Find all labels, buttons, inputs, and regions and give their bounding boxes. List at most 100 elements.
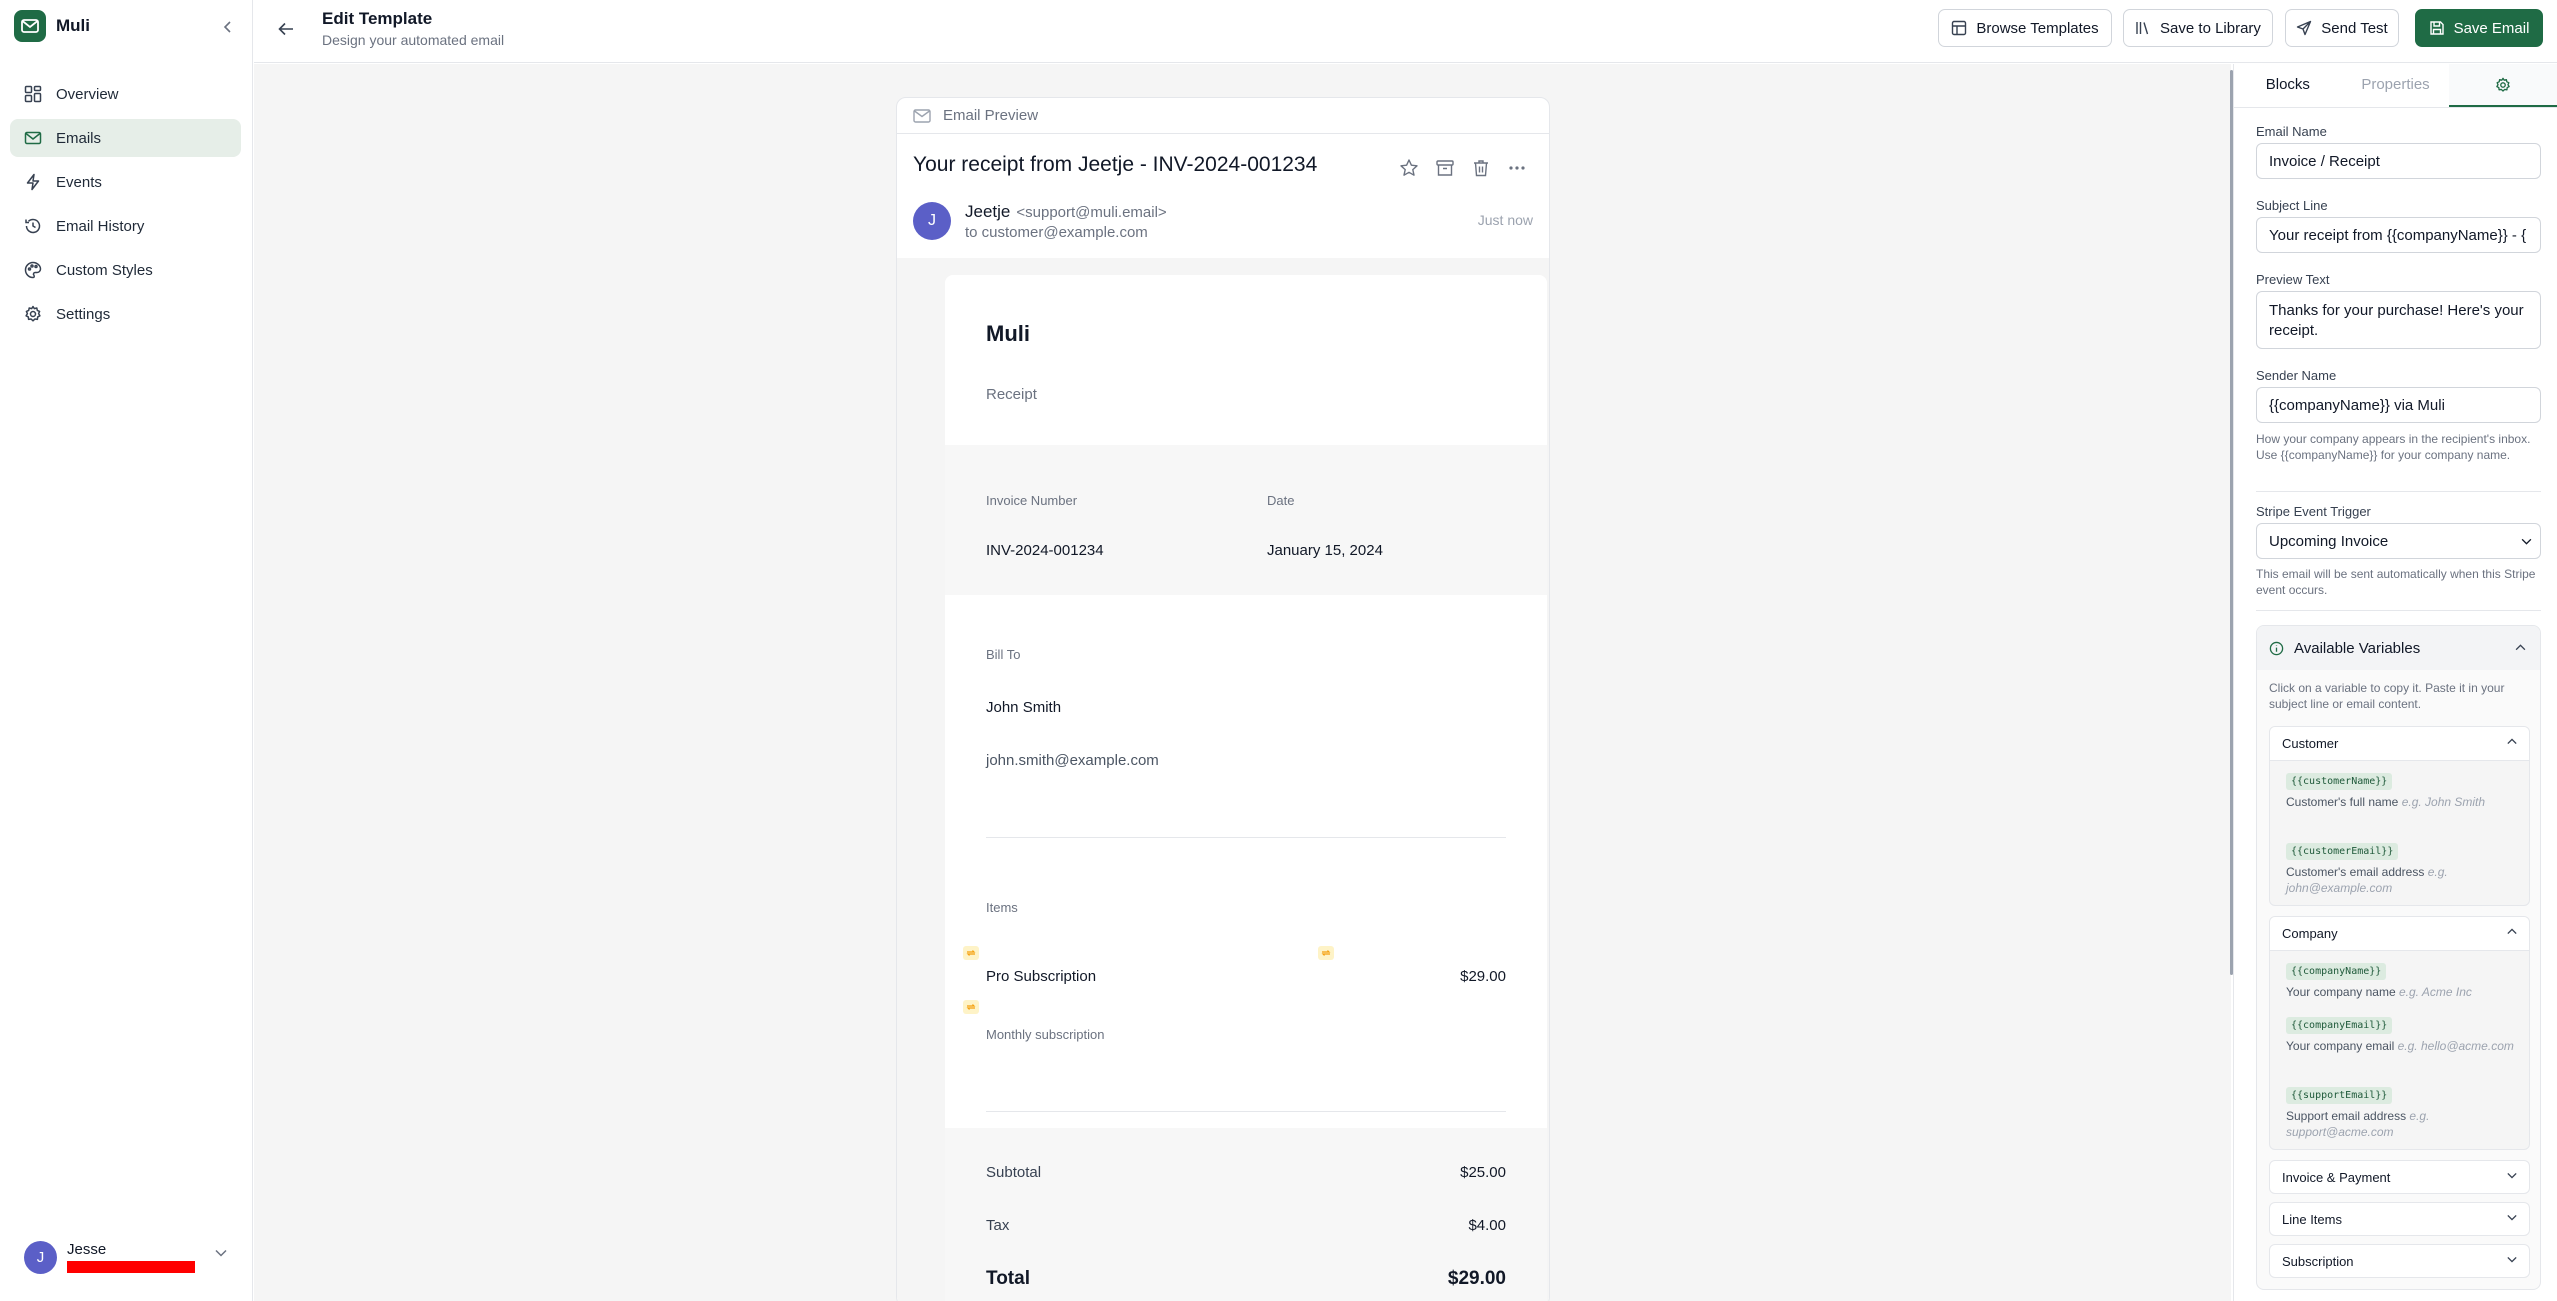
- user-menu[interactable]: J Jesse: [10, 1235, 241, 1279]
- sender-line: Jeetje <support@muli.email>: [965, 202, 1167, 222]
- chevron-up-icon: [2507, 738, 2517, 745]
- variable-group-header[interactable]: Customer: [2270, 727, 2529, 761]
- invoice-number-label: Invoice Number: [986, 493, 1078, 508]
- collapse-sidebar-button[interactable]: [217, 16, 239, 38]
- loop-icon[interactable]: [1318, 946, 1334, 960]
- grid-icon: [24, 85, 42, 103]
- mail-icon: [24, 131, 42, 145]
- trigger-select[interactable]: Upcoming Invoice: [2256, 523, 2541, 559]
- receipt-label[interactable]: Receipt: [986, 386, 1037, 403]
- gear-icon: [25, 305, 41, 322]
- items-label: Items: [986, 900, 1018, 915]
- save-to-library-button[interactable]: Save to Library: [2123, 9, 2273, 47]
- chevron-down-icon: [215, 1249, 227, 1257]
- variable-code[interactable]: {{customerEmail}}: [2286, 843, 2399, 860]
- preview-text-field[interactable]: Thanks for your purchase! Here's your re…: [2256, 291, 2541, 349]
- variable-group-invoice-payment[interactable]: Invoice & Payment: [2269, 1160, 2530, 1194]
- subject-line-field[interactable]: Your receipt from {{companyName}} - {: [2256, 217, 2541, 253]
- invoice-info-block[interactable]: Invoice Number INV-2024-001234 Date Janu…: [945, 445, 1547, 595]
- divider: [2256, 610, 2541, 611]
- chevron-down-icon: [2507, 1256, 2517, 1263]
- sidebar-item-label: Custom Styles: [56, 261, 153, 279]
- item-name[interactable]: Pro Subscription: [986, 968, 1096, 985]
- brand-name: Muli: [56, 16, 90, 35]
- gear-icon: [2496, 77, 2510, 92]
- variable-item[interactable]: {{customerEmail}} Customer's email addre…: [2286, 841, 2521, 896]
- sidebar-item-email-history[interactable]: Email History: [10, 207, 241, 245]
- redacted-user-email: [67, 1261, 195, 1273]
- variable-item[interactable]: {{companyName}} Your company name e.g. A…: [2286, 961, 2521, 1000]
- send-test-button[interactable]: Send Test: [2285, 9, 2399, 47]
- brand[interactable]: Muli: [14, 10, 239, 42]
- tab-settings[interactable]: [2449, 64, 2557, 107]
- bill-to-name[interactable]: John Smith: [986, 699, 1061, 716]
- item-price[interactable]: $29.00: [1460, 968, 1506, 985]
- sender-avatar: J: [913, 202, 951, 240]
- variable-code[interactable]: {{companyName}}: [2286, 963, 2387, 980]
- top-header: Edit Template Design your automated emai…: [254, 0, 2557, 63]
- email-name-label: Email Name: [2256, 124, 2327, 139]
- tax-value: $4.00: [1468, 1217, 1506, 1234]
- sidebar-item-settings[interactable]: Settings: [10, 295, 241, 333]
- tab-blocks[interactable]: Blocks: [2234, 64, 2342, 107]
- sender-name-label: Sender Name: [2256, 368, 2337, 383]
- divider: [986, 1111, 1506, 1112]
- subtotal-label: Subtotal: [986, 1164, 1042, 1181]
- variable-group-subscription[interactable]: Subscription: [2269, 1244, 2530, 1278]
- available-variables-header[interactable]: Available Variables: [2257, 626, 2540, 670]
- loop-icon[interactable]: [963, 1000, 979, 1014]
- sender-name-help: How your company appears in the recipien…: [2256, 432, 2531, 462]
- variable-item[interactable]: {{companyEmail}} Your company email e.g.…: [2286, 1015, 2521, 1054]
- date-label: Date: [1267, 493, 1295, 508]
- totals-block[interactable]: Subtotal $25.00 Tax $4.00 Total $29.00: [945, 1128, 1547, 1301]
- variable-group-header[interactable]: Company: [2270, 917, 2529, 951]
- chevron-up-icon: [2515, 644, 2526, 651]
- tax-label: Tax: [986, 1217, 1010, 1234]
- panel-tabs: Blocks Properties: [2234, 64, 2557, 108]
- sender-email: <support@muli.email>: [1016, 204, 1167, 221]
- sent-time: Just now: [1477, 212, 1533, 228]
- loop-icon[interactable]: [963, 946, 979, 960]
- sender-name-field[interactable]: {{companyName}} via Muli: [2256, 387, 2541, 423]
- variable-code[interactable]: {{supportEmail}}: [2286, 1087, 2393, 1104]
- invoice-number: INV-2024-001234: [986, 542, 1104, 559]
- available-variables: Available Variables Click on a variable …: [2256, 625, 2541, 1290]
- variable-group-header[interactable]: Subscription: [2270, 1245, 2529, 1277]
- bill-to-label: Bill To: [986, 647, 1021, 662]
- email-body: Muli Receipt Invoice Number INV-2024-001…: [897, 258, 1549, 1301]
- variables-description: Click on a variable to copy it. Paste it…: [2269, 681, 2505, 711]
- arrow-left-icon: [278, 22, 293, 36]
- back-button[interactable]: [274, 17, 298, 41]
- palette-icon: [24, 261, 42, 279]
- item-description[interactable]: Monthly subscription: [986, 1027, 1105, 1042]
- subtotal-value: $25.00: [1460, 1164, 1506, 1181]
- user-name: Jesse: [67, 1241, 107, 1258]
- archive-icon[interactable]: [1435, 158, 1455, 178]
- total-label: Total: [986, 1268, 1030, 1289]
- variable-group-header[interactable]: Line Items: [2270, 1203, 2529, 1235]
- sidebar-item-custom-styles[interactable]: Custom Styles: [10, 251, 241, 289]
- variable-group-line-items[interactable]: Line Items: [2269, 1202, 2530, 1236]
- star-icon[interactable]: [1399, 158, 1419, 178]
- bill-to-email[interactable]: john.smith@example.com: [986, 752, 1159, 769]
- email-name-field[interactable]: Invoice / Receipt: [2256, 143, 2541, 179]
- sidebar-item-emails[interactable]: Emails: [10, 119, 241, 157]
- variable-code[interactable]: {{customerName}}: [2286, 773, 2393, 790]
- variable-code[interactable]: {{companyEmail}}: [2286, 1017, 2393, 1034]
- browse-templates-button[interactable]: Browse Templates: [1938, 9, 2112, 47]
- sidebar-item-events[interactable]: Events: [10, 163, 241, 201]
- variable-group-header[interactable]: Invoice & Payment: [2270, 1161, 2529, 1193]
- tab-properties[interactable]: Properties: [2342, 64, 2450, 107]
- variable-item[interactable]: {{customerName}} Customer's full name e.…: [2286, 771, 2521, 810]
- info-icon: [2269, 641, 2284, 655]
- more-icon[interactable]: [1507, 158, 1527, 178]
- email-subject: Your receipt from Jeetje - INV-2024-0012…: [913, 153, 1318, 176]
- variable-item[interactable]: {{supportEmail}} Support email address e…: [2286, 1085, 2521, 1140]
- save-email-button[interactable]: Save Email: [2415, 9, 2543, 47]
- trash-icon[interactable]: [1471, 158, 1491, 178]
- avatar: J: [24, 1240, 57, 1274]
- variable-group-company: Company {{companyName}} Your company nam…: [2269, 916, 2530, 1150]
- sidebar-item-overview[interactable]: Overview: [10, 75, 241, 113]
- sidebar-item-label: Emails: [56, 129, 102, 147]
- receipt-brand[interactable]: Muli: [986, 321, 1030, 347]
